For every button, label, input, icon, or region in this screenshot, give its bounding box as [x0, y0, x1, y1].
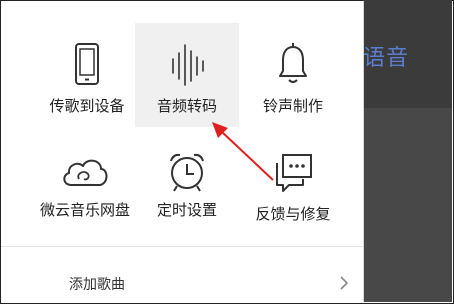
tile-feedback-repair[interactable]: 反馈与修复: [241, 131, 345, 235]
alarm-clock-icon: [135, 149, 239, 195]
tile-timer-settings[interactable]: 定时设置: [135, 131, 239, 235]
tile-ringtone-maker[interactable]: 铃声制作: [241, 23, 345, 127]
tile-label: 反馈与修复: [255, 205, 331, 223]
waveform-icon: [135, 41, 239, 87]
bell-icon: [241, 41, 345, 87]
chevron-right-icon: [337, 274, 351, 292]
tile-label: 传歌到设备: [49, 97, 125, 115]
tile-transfer-to-device[interactable]: 传歌到设备: [35, 23, 139, 127]
add-songs-label: 添加歌曲: [69, 277, 125, 293]
tile-label: 音频转码: [156, 97, 217, 115]
background-app-body: [363, 108, 452, 302]
tile-weiyun-music-drive[interactable]: 微云音乐网盘: [33, 131, 137, 235]
tile-label: 铃声制作: [262, 97, 323, 115]
tile-label: 微云音乐网盘: [39, 201, 130, 219]
feedback-icon: [241, 149, 345, 195]
tile-audio-transcode[interactable]: 音频转码: [135, 23, 239, 127]
menu-divider: [1, 246, 363, 247]
tools-popup-menu: 传歌到设备 音频转码 铃声制作 微云音乐网盘 定时设置 反馈与修复: [1, 1, 364, 302]
cloud-icon: [33, 149, 137, 195]
background-partial-text: 语音: [363, 46, 410, 71]
add-songs-item[interactable]: 添加歌曲: [1, 262, 363, 302]
phone-icon: [35, 41, 139, 87]
tile-label: 定时设置: [156, 201, 217, 219]
